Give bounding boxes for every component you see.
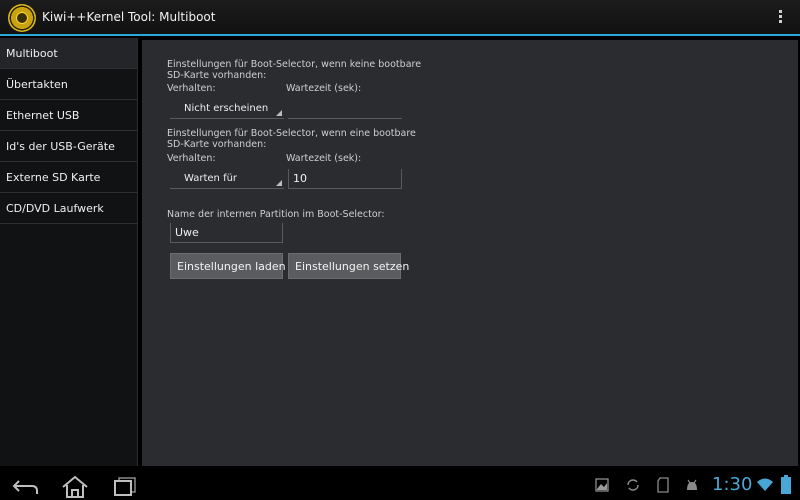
no-sd-behavior-value: Nicht erscheinen	[184, 103, 269, 114]
wifi-icon	[757, 478, 773, 491]
recent-apps-icon[interactable]	[110, 475, 140, 497]
partition-name-input[interactable]: Uwe	[170, 223, 283, 243]
sidebar-item-external-sd[interactable]: Externe SD Karte	[0, 162, 137, 193]
app-logo-icon[interactable]	[8, 4, 36, 32]
sd-behavior-value: Warten für	[184, 173, 238, 184]
sd-wait-label: Wartezeit (sek):	[286, 153, 362, 164]
action-bar: Kiwi++Kernel Tool: Multiboot	[0, 0, 800, 36]
battery-icon	[781, 475, 791, 494]
no-sd-behavior-dropdown[interactable]: Nicht erscheinen	[170, 99, 284, 119]
sidebar-item-ethernet-usb[interactable]: Ethernet USB	[0, 100, 137, 131]
sd-behavior-dropdown[interactable]: Warten für	[170, 169, 284, 189]
gallery-notification-icon[interactable]	[595, 478, 609, 492]
sd-heading: Einstellungen für Boot-Selector, wenn ei…	[167, 128, 416, 139]
sidebar: Multiboot Übertakten Ethernet USB Id's d…	[0, 38, 138, 466]
load-settings-button[interactable]: Einstellungen laden	[170, 253, 286, 279]
no-sd-wait-label: Wartezeit (sek):	[286, 83, 362, 94]
partition-label: Name der internen Partition im Boot-Sele…	[167, 209, 385, 220]
sidebar-item-cd-dvd[interactable]: CD/DVD Laufwerk	[0, 193, 137, 224]
dropdown-arrow-icon	[276, 180, 282, 186]
set-settings-button[interactable]: Einstellungen setzen	[288, 253, 409, 279]
main-content: Einstellungen für Boot-Selector, wenn ke…	[140, 38, 800, 466]
settings-panel: Einstellungen für Boot-Selector, wenn ke…	[142, 40, 798, 466]
sidebar-item-multiboot[interactable]: Multiboot	[0, 38, 137, 69]
status-clock: 1:30	[712, 474, 753, 495]
sd-behavior-label: Verhalten:	[167, 153, 216, 164]
no-sd-behavior-label: Verhalten:	[167, 83, 216, 94]
no-sd-wait-input[interactable]	[288, 99, 402, 119]
back-icon[interactable]	[10, 475, 40, 497]
sd-card-icon	[657, 477, 669, 493]
home-icon[interactable]	[60, 475, 90, 499]
sidebar-item-usb-device-ids[interactable]: Id's der USB-Geräte	[0, 131, 137, 162]
system-bar: 1:30	[0, 470, 800, 500]
no-sd-heading-cont: SD-Karte vorhanden:	[167, 70, 267, 81]
sync-icon	[627, 479, 639, 491]
sd-heading-cont: SD-Karte vorhanden:	[167, 139, 267, 150]
sd-wait-input[interactable]: 10	[288, 169, 402, 189]
sidebar-item-overclock[interactable]: Übertakten	[0, 69, 137, 100]
no-sd-heading: Einstellungen für Boot-Selector, wenn ke…	[167, 59, 422, 70]
app-title: Kiwi++Kernel Tool: Multiboot	[42, 10, 216, 24]
overflow-menu-icon[interactable]	[774, 9, 786, 27]
dropdown-arrow-icon	[276, 110, 282, 116]
android-debug-icon	[687, 479, 697, 490]
